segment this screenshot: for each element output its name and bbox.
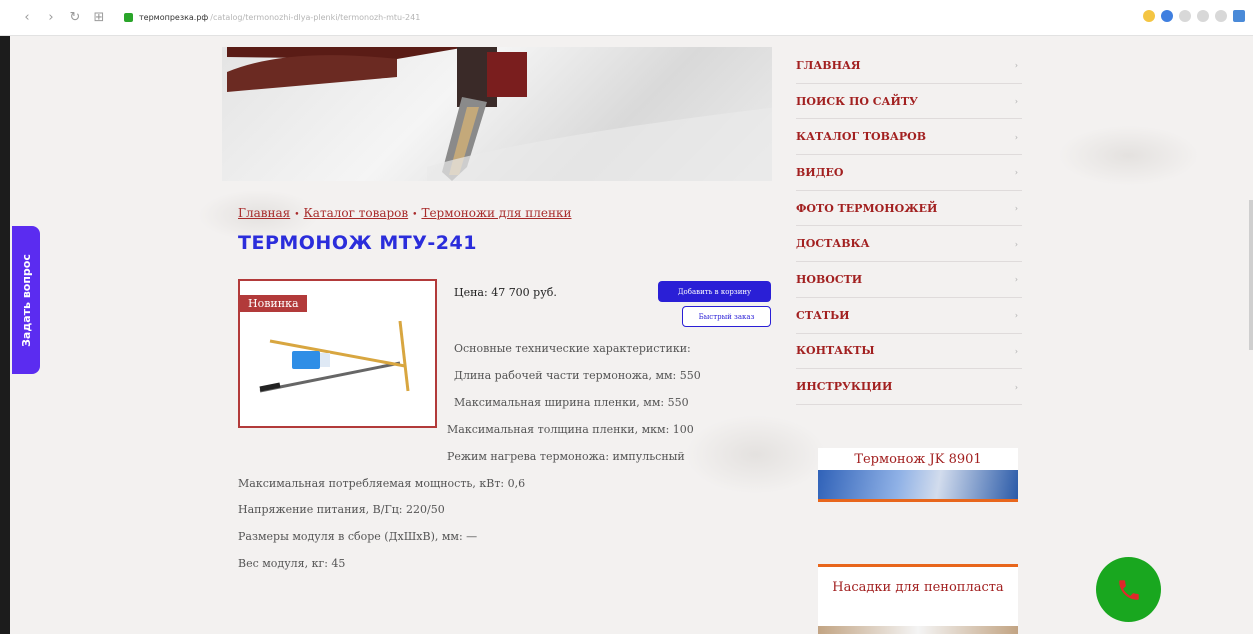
banner-divider (818, 564, 1018, 567)
menu-item-label: ГЛАВНАЯ (796, 58, 861, 72)
menu-item-search[interactable]: ПОИСК ПО САЙТУ › (796, 84, 1022, 120)
spec-line: Основные технические характеристики: (454, 342, 691, 355)
menu-item-contacts[interactable]: КОНТАКТЫ › (796, 334, 1022, 370)
url-domain: термопрезка.рф (139, 13, 209, 22)
phone-icon (1118, 579, 1139, 600)
spec-line: Вес модуля, кг: 45 (238, 557, 346, 570)
ask-question-label: Задать вопрос (19, 253, 33, 347)
chevron-right-icon: › (1014, 96, 1018, 107)
menu-item-label: КОНТАКТЫ (796, 344, 875, 358)
menu-item-label: ФОТО ТЕРМОНОЖЕЙ (796, 201, 938, 215)
menu-item-label: ДОСТАВКА (796, 237, 870, 251)
chevron-right-icon: › (1014, 131, 1018, 142)
chevron-right-icon: › (1014, 345, 1018, 356)
spec-line: Максимальная потребляемая мощность, кВт:… (238, 477, 526, 490)
menu-icon[interactable] (1215, 10, 1227, 22)
side-banner-foam-tips[interactable]: Насадки для пенопласта (818, 564, 1018, 634)
breadcrumb: Главная • Каталог товаров • Термоножи для пл… (238, 206, 572, 220)
product-image[interactable]: Новинка (238, 279, 437, 428)
side-banner-jk8901[interactable]: Термонож JK 8901 (818, 448, 1018, 502)
spec-line: Максимальная ширина пленки, мм: 550 (454, 396, 689, 409)
browser-extension-icons (1143, 10, 1245, 22)
add-to-cart-button[interactable]: Добавить в корзину (658, 281, 771, 302)
call-button[interactable] (1096, 557, 1161, 622)
menu-item-news[interactable]: НОВОСТИ › (796, 262, 1022, 298)
menu-item-label: КАТАЛОГ ТОВАРОВ (796, 130, 927, 144)
banner-divider (818, 499, 1018, 502)
thermo-knife-photo (227, 47, 772, 181)
spec-line: Напряжение питания, В/Гц: 220/50 (238, 503, 445, 516)
menu-item-label: НОВОСТИ (796, 272, 863, 286)
extension-icon[interactable] (1197, 10, 1209, 22)
side-banner-title: Насадки для пенопласта (832, 580, 1004, 595)
menu-item-home[interactable]: ГЛАВНАЯ › (796, 48, 1022, 84)
browser-toolbar: ‹ › ↻ ⊞ термопрезка.рф/catalog/termonozh… (0, 0, 1253, 36)
chevron-right-icon: › (1014, 60, 1018, 71)
extension-icon[interactable] (1143, 10, 1155, 22)
menu-item-articles[interactable]: СТАТЬИ › (796, 298, 1022, 334)
breadcrumb-separator: • (294, 210, 300, 220)
product-price: Цена: 47 700 руб. (454, 286, 557, 299)
chevron-right-icon: › (1014, 203, 1018, 214)
new-badge: Новинка (240, 295, 307, 312)
grid-icon[interactable]: ⊞ (92, 10, 106, 25)
chevron-right-icon: › (1014, 381, 1018, 392)
side-banner-image (818, 626, 1018, 634)
spec-line: Размеры модуля в сборе (ДхШхВ), мм: — (238, 530, 478, 543)
window-edge (0, 36, 10, 634)
spec-line: Длина рабочей части термоножа, мм: 550 (454, 369, 701, 382)
download-icon[interactable] (1233, 10, 1245, 22)
chevron-right-icon: › (1014, 167, 1018, 178)
reload-icon[interactable]: ↻ (68, 10, 82, 25)
menu-item-label: ПОИСК ПО САЙТУ (796, 94, 918, 108)
menu-item-video[interactable]: ВИДЕО › (796, 155, 1022, 191)
scrollbar[interactable] (1249, 200, 1253, 350)
url-path: /catalog/termonozhi-dlya-plenki/termonoz… (210, 13, 421, 22)
breadcrumb-home-link[interactable]: Главная (238, 206, 290, 220)
page-title: ТЕРМОНОЖ МТУ-241 (238, 232, 477, 254)
back-icon[interactable]: ‹ (20, 10, 34, 25)
menu-item-delivery[interactable]: ДОСТАВКА › (796, 226, 1022, 263)
menu-item-catalog[interactable]: КАТАЛОГ ТОВАРОВ › (796, 119, 1022, 156)
extension-icon[interactable] (1179, 10, 1191, 22)
address-bar[interactable]: термопрезка.рф/catalog/termonozhi-dlya-p… (139, 13, 420, 22)
chevron-right-icon: › (1014, 310, 1018, 321)
lock-icon (124, 13, 133, 22)
side-banner-image (818, 470, 1018, 500)
spec-line: Максимальная толщина пленки, мкм: 100 (447, 423, 694, 436)
spec-line: Режим нагрева термоножа: импульсный (447, 450, 685, 463)
quick-order-button[interactable]: Быстрый заказ (682, 306, 771, 327)
chevron-right-icon: › (1014, 274, 1018, 285)
main-menu: ГЛАВНАЯ › ПОИСК ПО САЙТУ › КАТАЛОГ ТОВАРОВ… (796, 48, 1022, 405)
menu-item-label: ИНСТРУКЦИИ (796, 380, 893, 394)
menu-item-photos[interactable]: ФОТО ТЕРМОНОЖЕЙ › (796, 191, 1022, 227)
side-banner-title: Термонож JK 8901 (854, 452, 982, 467)
forward-icon[interactable]: › (44, 10, 58, 25)
breadcrumb-catalog-link[interactable]: Каталог товаров (304, 206, 409, 220)
chevron-right-icon: › (1014, 238, 1018, 249)
extension-icon[interactable] (1161, 10, 1173, 22)
ask-question-tab[interactable]: Задать вопрос (12, 226, 40, 374)
hero-image (222, 47, 772, 181)
breadcrumb-separator: • (412, 210, 418, 220)
menu-item-label: ВИДЕО (796, 165, 844, 179)
menu-item-label: СТАТЬИ (796, 308, 850, 322)
menu-item-instructions[interactable]: ИНСТРУКЦИИ › (796, 369, 1022, 405)
breadcrumb-category-link[interactable]: Термоножи для пленки (421, 206, 571, 220)
